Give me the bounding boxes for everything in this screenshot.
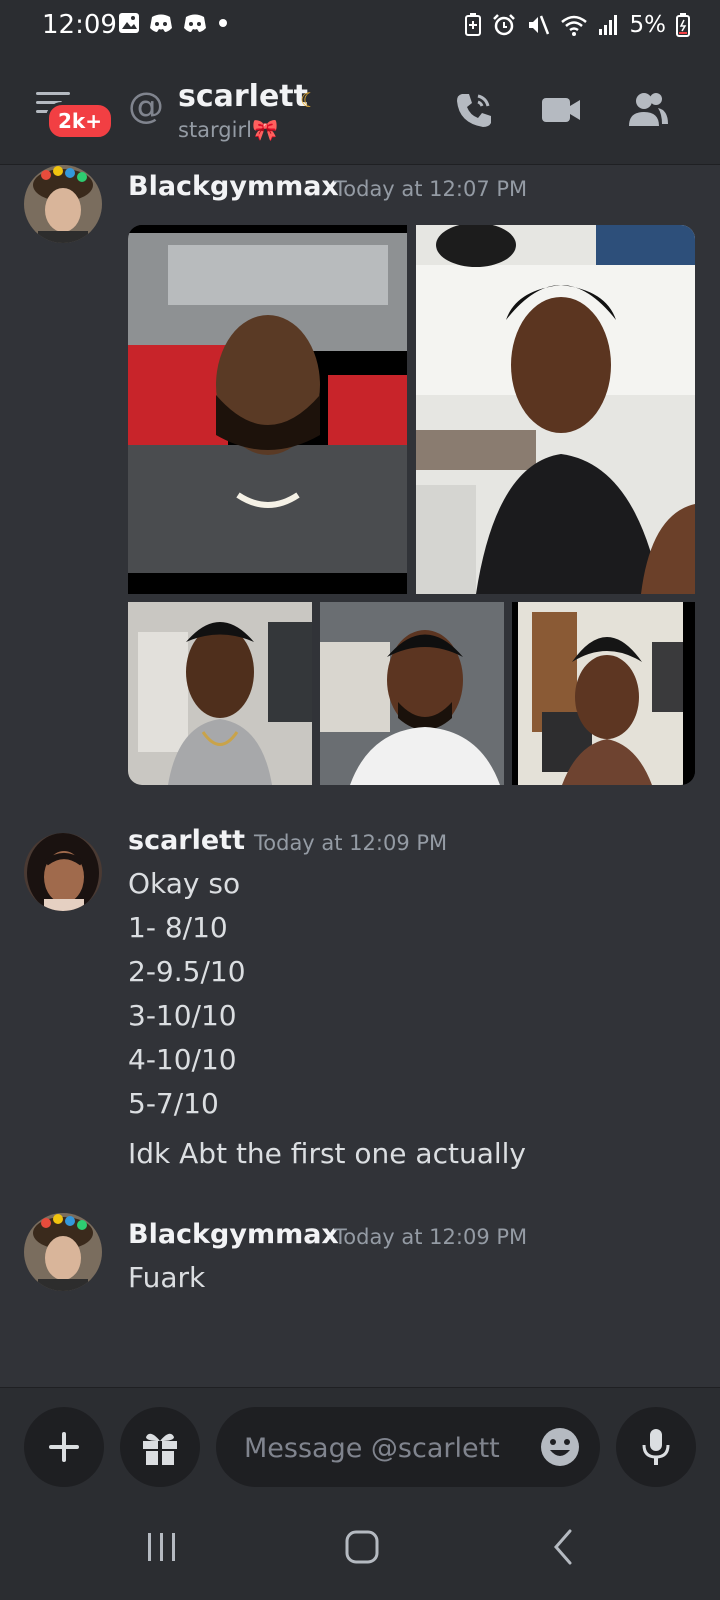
message-author[interactable]: scarlett (128, 825, 245, 856)
moon-icon: ☾ (300, 88, 318, 112)
attach-button[interactable] (24, 1407, 104, 1487)
gallery-icon (119, 13, 139, 33)
menu-icon (36, 92, 70, 95)
message-line: Fuark (128, 1261, 206, 1294)
emoji-icon[interactable] (538, 1425, 582, 1469)
message-line: 1- 8/10 (128, 911, 228, 944)
message-composer (0, 1387, 720, 1498)
wifi-icon (560, 15, 587, 36)
channel-header: 2k+ @ scarlett ☾ stargirl🎀 (0, 54, 720, 165)
header-username[interactable]: scarlett (178, 79, 308, 114)
status-right: 5% (464, 12, 690, 38)
dot-icon (219, 19, 227, 27)
notification-icons (118, 12, 230, 34)
avatar-blackgymmax[interactable] (24, 165, 102, 243)
message-line: 5-7/10 (128, 1087, 219, 1120)
video-call-button[interactable] (540, 88, 584, 132)
unread-badge: 2k+ (46, 102, 114, 140)
recents-icon (148, 1533, 175, 1561)
gift-icon (143, 1433, 177, 1465)
gift-button[interactable] (120, 1407, 200, 1487)
signal-icon (598, 15, 617, 35)
message-line: Idk Abt the first one actually (128, 1137, 526, 1170)
message-timestamp: Today at 12:07 PM (334, 177, 528, 201)
image-attachment-2[interactable] (416, 225, 695, 594)
avatar-scarlett[interactable] (24, 833, 102, 911)
video-icon (542, 98, 580, 122)
battery-percent: 5% (629, 12, 667, 38)
discord-icon (150, 14, 172, 32)
image-attachment-5[interactable] (512, 602, 695, 785)
plus-icon (49, 1432, 79, 1462)
mute-icon (528, 15, 549, 35)
back-icon (554, 1529, 572, 1565)
back-button[interactable] (534, 1527, 594, 1567)
avatar-blackgymmax[interactable] (24, 1213, 102, 1291)
header-status: stargirl🎀 (178, 118, 279, 142)
message-input[interactable] (242, 1425, 526, 1471)
call-button[interactable] (452, 88, 496, 132)
message-author[interactable]: Blackgymmax (128, 171, 339, 202)
home-button[interactable] (332, 1527, 392, 1567)
call-icon (457, 94, 491, 127)
voice-message-button[interactable] (616, 1407, 696, 1487)
status-time: 12:09 (42, 10, 117, 40)
message-line: 2-9.5/10 (128, 955, 246, 988)
battery-icon (676, 13, 690, 37)
image-attachment-4[interactable] (320, 602, 504, 785)
system-navigation-bar (0, 1497, 720, 1600)
home-icon (345, 1530, 379, 1564)
image-attachment-1[interactable] (128, 225, 407, 594)
message-line: 4-10/10 (128, 1043, 237, 1076)
status-bar: 12:09 5% (0, 0, 720, 54)
battery-saver-icon (464, 13, 481, 36)
message-line: 3-10/10 (128, 999, 237, 1032)
image-attachment-3[interactable] (128, 602, 312, 785)
message-author[interactable]: Blackgymmax (128, 1219, 339, 1250)
message-list[interactable]: Blackgymmax Today at 12:07 PM scarlett T… (0, 165, 720, 1387)
message-timestamp: Today at 12:09 PM (254, 831, 448, 855)
discord-icon (184, 14, 206, 32)
members-icon (629, 93, 668, 126)
message-input-container[interactable] (216, 1407, 600, 1487)
recents-button[interactable] (132, 1527, 192, 1567)
mic-icon (642, 1429, 670, 1465)
message-timestamp: Today at 12:09 PM (334, 1225, 528, 1249)
message-line: Okay so (128, 867, 241, 900)
alarm-icon (492, 14, 515, 36)
members-button[interactable] (626, 88, 670, 132)
at-icon: @ (128, 86, 164, 127)
